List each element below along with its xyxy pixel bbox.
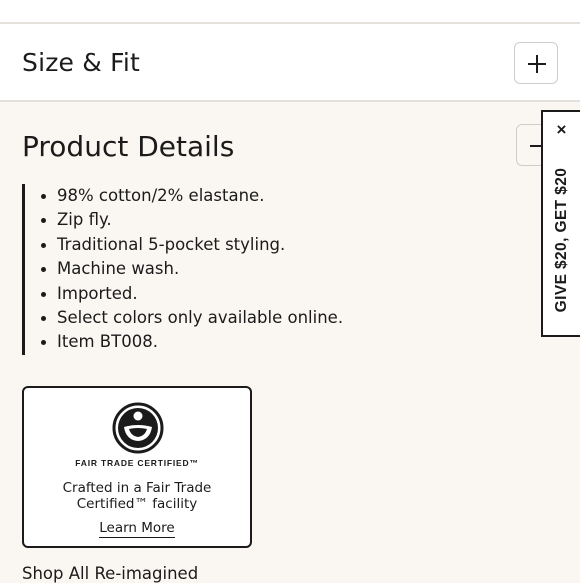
top-section-edge [0, 0, 580, 24]
product-details-title: Product Details [22, 130, 235, 163]
list-item: Select colors only available online. [39, 306, 439, 330]
size-fit-accordion[interactable]: Size & Fit [0, 24, 580, 102]
fair-trade-card: FAIR TRADE CERTIFIED™ Crafted in a Fair … [22, 386, 252, 548]
close-icon[interactable]: × [543, 120, 580, 140]
list-item: 98% cotton/2% elastane. [39, 184, 439, 208]
list-item: Zip fly. [39, 208, 439, 232]
list-item: Item BT008. [39, 330, 439, 354]
referral-promo-tab[interactable]: × GIVE $20, GET $20 [541, 110, 580, 337]
product-details-list: 98% cotton/2% elastane. Zip fly. Traditi… [22, 184, 439, 355]
list-item: Imported. [39, 282, 439, 306]
fair-trade-text-line-2: Certified™ facility [76, 496, 198, 512]
list-item: Traditional 5-pocket styling. [39, 233, 439, 257]
learn-more-wrapper: Learn More [24, 520, 250, 538]
size-fit-title: Size & Fit [22, 48, 141, 77]
fair-trade-label: FAIR TRADE CERTIFIED™ [75, 458, 199, 468]
promo-label: GIVE $20, GET $20 [553, 167, 570, 313]
fair-trade-text-line-1: Crafted in a Fair Trade [62, 480, 212, 496]
list-item: Machine wash. [39, 257, 439, 281]
fair-trade-logo-icon [112, 402, 164, 454]
expand-plus-button[interactable] [514, 42, 558, 84]
shop-all-link[interactable]: Shop All Re-imagined [22, 564, 198, 583]
learn-more-link[interactable]: Learn More [99, 520, 175, 538]
fair-trade-description: Crafted in a Fair Trade Certified™ facil… [24, 480, 250, 512]
